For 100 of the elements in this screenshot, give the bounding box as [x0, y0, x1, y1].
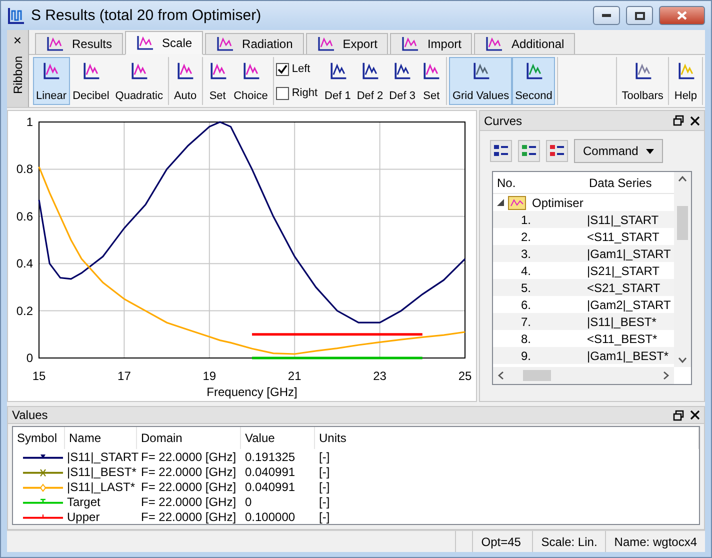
ribbon-button[interactable]: Linear	[33, 57, 70, 105]
ribbon-button[interactable]: Def 2	[354, 57, 386, 105]
table-cell-text: |S11|_LAST*	[66, 480, 136, 494]
table-cell-text: 0.040991	[244, 464, 296, 478]
series-name[interactable]: <S11_BEST*	[585, 332, 674, 346]
ribbon-button[interactable]: Choice	[230, 57, 271, 105]
x-tick-label: 15	[32, 369, 46, 383]
scroll-thumb[interactable]	[523, 370, 551, 381]
row-number: 6.	[520, 298, 532, 312]
table-cell-text: [-]	[318, 494, 331, 508]
ribbon-button[interactable]: Decibel	[70, 57, 112, 105]
series-name[interactable]: |S11|_BEST*	[585, 314, 674, 328]
y-tick-label: 0.2	[16, 304, 33, 318]
column-header: Units	[315, 427, 699, 449]
maximize-button[interactable]	[626, 6, 653, 25]
table-cell-text: Upper	[66, 510, 101, 524]
column-header: Symbol	[13, 427, 65, 449]
series-name[interactable]: <S21_START	[585, 280, 674, 294]
ribbon-button[interactable]: Grid Values	[449, 57, 512, 105]
ribbon-button[interactable]: Set	[204, 57, 231, 105]
status-text: Opt=45	[472, 531, 532, 552]
x-tick-label: 17	[118, 369, 131, 383]
tree-group-label[interactable]: Optimiser	[530, 196, 584, 210]
panel-title: Values	[12, 408, 49, 422]
row-number: 7.	[520, 314, 532, 328]
y-tick-label: 0.8	[16, 162, 33, 176]
column-header: Name	[65, 427, 137, 449]
chart-axes-icon	[316, 36, 335, 52]
ribbon-tab[interactable]: Radiation	[205, 33, 304, 54]
row-number: 5.	[520, 280, 532, 294]
scroll-right-icon[interactable]	[662, 371, 670, 380]
scroll-left-icon[interactable]	[497, 371, 505, 380]
table-cell-text: 0.040991	[244, 480, 296, 494]
ribbon-button[interactable]: Def 3	[386, 57, 418, 105]
y-tick-label: 1	[26, 115, 33, 129]
chart-axes-icon	[485, 36, 504, 52]
table-cell-text: 0.191325	[244, 450, 296, 464]
command-dropdown[interactable]: Command	[574, 139, 664, 163]
row-number: 3.	[520, 246, 532, 260]
status-text: Scale: Lin.	[532, 531, 606, 552]
series-name[interactable]: |Gam1|_START	[585, 246, 674, 260]
y-tick-label: 0.4	[16, 256, 33, 271]
table-cell-text: Target	[66, 494, 102, 508]
ribbon-button[interactable]: Quadratic	[112, 57, 166, 105]
axis-checkbox[interactable]: Left	[276, 62, 318, 76]
close-button[interactable]: ×	[13, 32, 22, 48]
restore-icon[interactable]	[673, 410, 684, 420]
x-tick-label: 21	[288, 369, 302, 383]
series-name[interactable]: |S11|_START	[585, 212, 674, 226]
restore-icon[interactable]	[673, 115, 684, 126]
ribbon-tab[interactable]: Results	[35, 33, 124, 54]
y-tick-label: 0	[26, 351, 33, 365]
table-cell-text: F= 22.0000 [GHz]	[140, 450, 238, 464]
series-name[interactable]: |Gam2|_START	[585, 298, 674, 312]
chart-folder-icon	[508, 196, 526, 210]
list-icon[interactable]	[490, 140, 512, 162]
chart-axes-icon	[401, 36, 420, 52]
x-tick-label: 19	[202, 369, 216, 383]
ribbon-button[interactable]: Set	[418, 57, 444, 105]
row-number: 8.	[520, 332, 532, 346]
expand-icon[interactable]	[497, 199, 504, 206]
axis-checkbox[interactable]: Right	[276, 86, 318, 100]
check-icon	[276, 64, 288, 74]
ribbon-button[interactable]: Help	[671, 57, 700, 105]
ribbon-button[interactable]: Second	[512, 57, 556, 105]
ribbon-tab[interactable]: Import	[390, 33, 472, 54]
column-header: Domain	[137, 427, 241, 449]
x-tick-label: 25	[458, 369, 472, 383]
list-icon[interactable]	[546, 140, 568, 162]
ribbon-tab[interactable]: Scale	[125, 31, 204, 55]
table-cell-text: [-]	[318, 510, 331, 524]
window-title: S Results (total 20 from Optimiser)	[31, 7, 262, 24]
close-icon[interactable]	[690, 410, 700, 420]
ribbon-button[interactable]: Def 1	[322, 57, 354, 105]
close-icon[interactable]	[690, 116, 700, 126]
table-cell-text: F= 22.0000 [GHz]	[140, 464, 238, 478]
column-header: Value	[241, 427, 315, 449]
ribbon-button[interactable]: Auto	[170, 57, 200, 105]
scroll-thumb[interactable]	[677, 206, 688, 240]
series-name[interactable]: |S21|_START	[585, 264, 674, 278]
ribbon-tab[interactable]: Export	[306, 33, 388, 54]
panel-title: Curves	[484, 114, 524, 128]
close-button[interactable]	[659, 6, 705, 25]
table-cell-text: |S11|_BEST*	[66, 464, 137, 478]
status-text: Name: wgtocx4	[605, 531, 705, 552]
minimize-button[interactable]	[593, 6, 620, 25]
table-cell-text: 0	[244, 494, 253, 508]
series-name[interactable]: |Gam1|_BEST*	[585, 348, 674, 362]
table-cell-text: [-]	[318, 464, 331, 478]
list-icon[interactable]	[518, 140, 540, 162]
row-number: 9.	[520, 348, 532, 362]
table-cell-text: F= 22.0000 [GHz]	[140, 510, 238, 524]
ribbon-button[interactable]: Toolbars	[618, 57, 666, 105]
table-cell-text: 0.100000	[244, 510, 296, 524]
ribbon-tab[interactable]: Additional	[474, 33, 576, 54]
ribbon-label: Ribbon	[10, 56, 24, 94]
series-name[interactable]: <S11_START	[585, 230, 674, 244]
column-header: Data Series	[588, 176, 653, 190]
maximize-icon	[634, 12, 644, 20]
chart-axes-icon	[46, 36, 64, 52]
